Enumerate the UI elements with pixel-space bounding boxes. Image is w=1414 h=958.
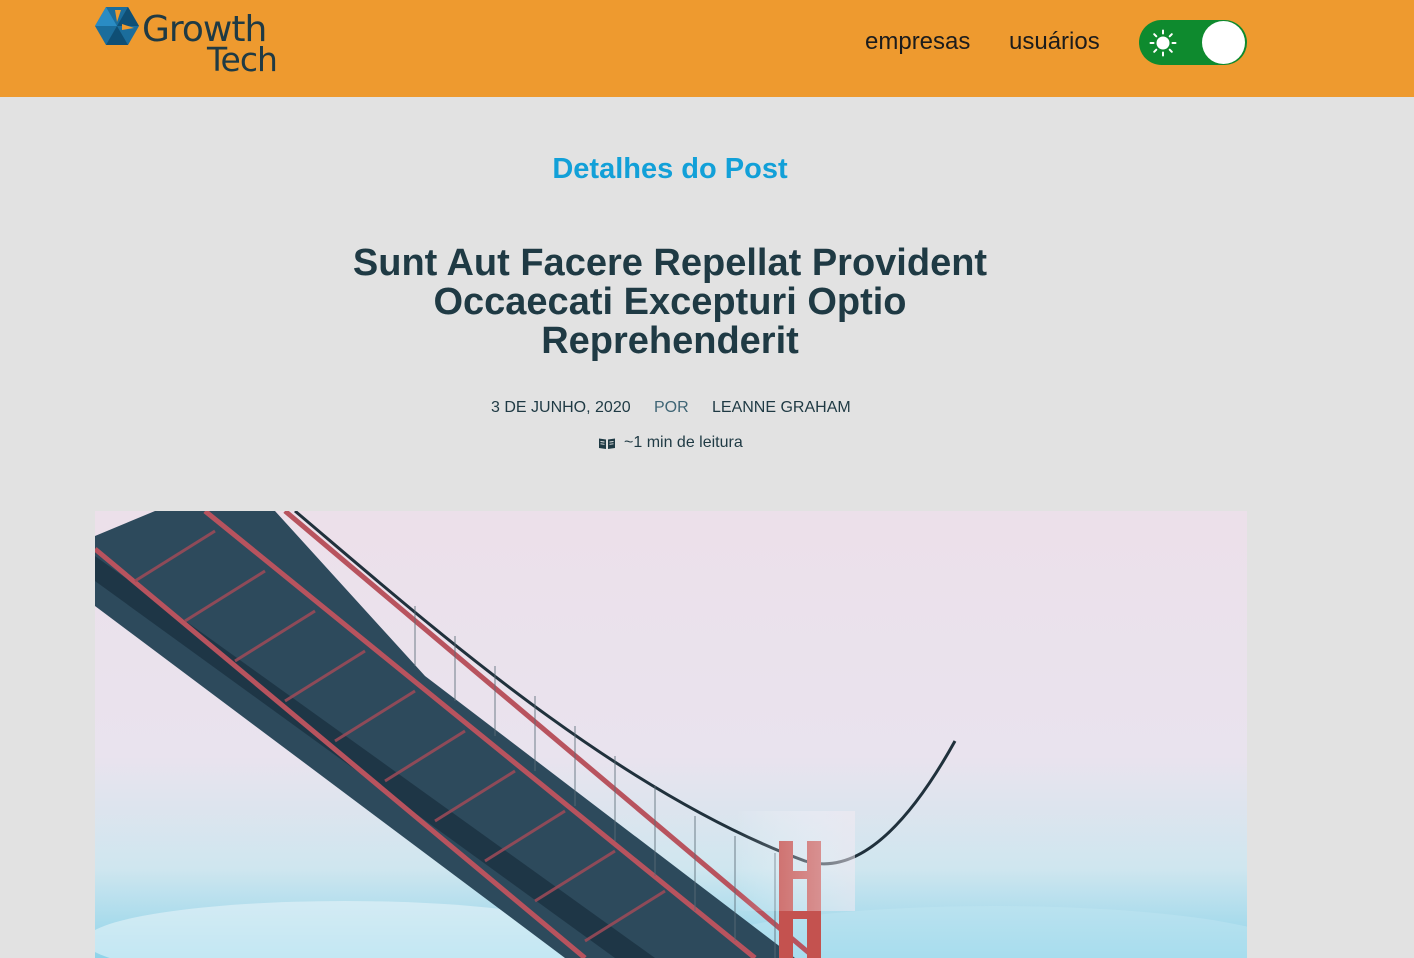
reading-time-label: ~1 min de leitura: [624, 434, 743, 451]
brand-name-tech: Tech: [207, 40, 278, 79]
brand-logo[interactable]: Growth Tech: [94, 6, 294, 78]
post-author: LEANNE GRAHAM: [712, 399, 851, 416]
nav-link-usuarios[interactable]: usuários: [1009, 28, 1100, 56]
toggle-knob[interactable]: [1202, 21, 1245, 64]
site-header: Growth Tech empresas usuários: [0, 0, 1414, 97]
book-icon: [599, 438, 615, 449]
nav-link-empresas[interactable]: empresas: [865, 28, 970, 56]
post-hero-image: [95, 511, 1247, 958]
section-title: Detalhes do Post: [552, 153, 788, 185]
post-by-label: POR: [654, 399, 689, 416]
bridge-photo: [95, 511, 1247, 958]
growthtech-logo-icon: [95, 7, 139, 45]
sun-icon: [1149, 29, 1177, 57]
theme-toggle[interactable]: [1139, 20, 1247, 65]
post-date: 3 DE JUNHO, 2020: [491, 399, 631, 416]
post-title: Sunt Aut Facere Repellat Provident Occae…: [352, 242, 988, 362]
